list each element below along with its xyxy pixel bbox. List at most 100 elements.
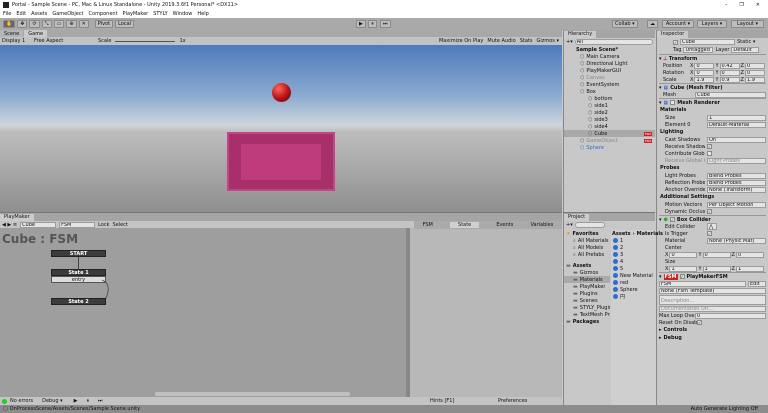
lighting-foldout[interactable]: Lighting [659,128,766,136]
scene-root[interactable]: Sample Scene* [564,46,655,53]
tab-game[interactable]: Game [24,30,48,37]
scale-z-input[interactable]: 1.9 [744,76,765,83]
mesh-filter-header[interactable]: ▾ ▦ Cube (Mesh Filter) [659,83,766,91]
tab-state[interactable]: State [450,222,480,228]
receive-gi-field[interactable]: Light Probes [707,157,766,164]
hierarchy-item[interactable]: ⬡ Cube FSM [564,130,655,137]
size-y-input[interactable]: 1 [702,265,731,272]
hierarchy-item[interactable]: ⬡ Main Camera [564,53,655,60]
fsm-edit-button[interactable]: Edit [748,280,766,287]
scale-x-input[interactable]: 1.9 [694,76,715,83]
material-asset[interactable]: 3 [611,251,656,258]
hierarchy-item[interactable]: ⬡ EventSystem [564,81,655,88]
physic-material-field[interactable]: None (Physic Mat) [707,237,766,244]
active-checkbox[interactable]: ✓ [673,39,678,45]
edit-collider-button[interactable]: ⋀ [707,223,717,230]
project-tree-item[interactable]: ▬ Assets [564,262,610,269]
transform-tool-icon[interactable]: ⊕ [66,20,77,28]
motion-vectors-field[interactable]: Per Object Motion [707,201,766,208]
menu-edit[interactable]: Edit [16,11,26,17]
project-tree-item[interactable]: ⌕ All Materials [564,237,610,244]
reset-on-disable-checkbox[interactable]: ✓ [697,320,702,325]
cast-shadows-field[interactable]: On [707,136,766,143]
pm-pause-button[interactable]: ⏸ [87,398,90,404]
mesh-renderer-header[interactable]: ▾ ▦ Mesh Renderer [659,98,766,106]
gizmos-button[interactable]: Gizmos ▾ [536,38,562,44]
move-tool-icon[interactable]: ✥ [17,20,28,28]
scale-slider[interactable] [115,40,176,42]
material-asset[interactable]: 円 [611,293,656,300]
maximize-on-play-button[interactable]: Maximize On Play [439,38,483,44]
material-asset[interactable]: 5 [611,265,656,272]
hierarchy-item[interactable]: ⬡ Directional Light [564,60,655,67]
preferences-button[interactable]: Preferences [498,398,527,404]
size-z-input[interactable]: 1 [735,265,764,272]
project-tree-item[interactable]: ▬ Packages [564,318,610,325]
position-x-input[interactable]: 0 [694,62,715,69]
layout-dropdown[interactable]: Layout ▾ [731,20,764,28]
hierarchy-item[interactable]: ⬡ Canvas [564,74,655,81]
display-dropdown[interactable]: Display 1 [2,38,30,44]
state2-node[interactable]: State 2 [51,298,106,305]
tab-hierarchy[interactable]: Hierarchy [564,30,597,38]
box-collider-header[interactable]: ▾ ⬢ ✓ Box Collider [659,215,766,223]
rotation-x-input[interactable]: 0 [694,69,715,76]
mute-audio-button[interactable]: Mute Audio [487,38,515,44]
hierarchy-item[interactable]: ⬡ Sphere [564,144,655,151]
debug-dropdown[interactable]: Debug ▾ [42,398,63,404]
pause-button[interactable]: ⏸ [368,20,377,28]
fsm-template-field[interactable]: None (Fsm Template) [659,287,766,294]
breadcrumb-assets[interactable]: Assets [612,231,631,237]
entry-transition[interactable]: entry [51,276,106,283]
breadcrumb-materials[interactable]: Materials [637,231,663,237]
hierarchy-item[interactable]: ⬡ side3 [564,116,655,123]
tab-scene[interactable]: Scene [0,30,24,37]
menu-component[interactable]: Component [89,11,118,17]
horizontal-scrollbar[interactable] [155,392,350,396]
add-icon[interactable]: +▾ [566,39,573,45]
aspect-dropdown[interactable]: Free Aspect [34,38,94,44]
materials-foldout[interactable]: Materials [659,106,766,114]
back-icon[interactable]: ◀ ▶ ≡ [2,222,17,228]
controls-foldout[interactable]: ▸ Controls [659,326,766,334]
local-button[interactable]: Local [115,20,135,28]
stats-button[interactable]: Stats [520,38,533,44]
menu-playmaker[interactable]: PlayMaker [123,11,149,17]
center-x-input[interactable]: 0 [669,251,698,258]
menu-window[interactable]: Window [173,11,193,17]
debug-foldout[interactable]: ▸ Debug [659,334,766,342]
center-z-input[interactable]: 0 [735,251,764,258]
playmaker-checkbox[interactable]: ✓ [679,274,685,279]
pm-step-button[interactable]: ⏭ [98,398,103,404]
center-y-input[interactable]: 0 [702,251,731,258]
step-button[interactable]: ⏭ [380,20,391,28]
material-asset[interactable]: 1 [611,237,656,244]
position-y-input[interactable]: 0.42 [719,62,740,69]
materials-size-field[interactable]: 1 [707,114,766,121]
object-dropdown[interactable]: Cube [20,221,57,228]
is-trigger-checkbox[interactable]: ✓ [707,231,712,236]
menu-file[interactable]: File [3,11,11,17]
hierarchy-item[interactable]: ⬡ PlayMakerGUI [564,67,655,74]
project-tree-item[interactable]: ▬ Gizmos [564,269,610,276]
rotation-y-input[interactable]: 0 [719,69,740,76]
transform-header[interactable]: ▾ ⟂ Transform [659,54,766,62]
tag-dropdown[interactable]: Untagged [683,47,714,53]
tab-events[interactable]: Events [496,222,513,228]
playmaker-fsm-header[interactable]: ▾ FSM ✓ PlayMakerFSM [659,272,766,280]
material-asset[interactable]: Sphere [611,286,656,293]
menu-assets[interactable]: Assets [31,11,47,17]
dynamic-occlusion-checkbox[interactable]: ✓ [707,209,712,214]
minimize-button[interactable]: – [725,2,728,8]
mesh-field[interactable]: Cube [695,91,766,98]
custom-tool-icon[interactable]: ✕ [78,20,89,28]
menu-gameobject[interactable]: GameObject [52,11,83,17]
element-0-field[interactable]: Default-Material [707,121,766,128]
game-viewport[interactable] [0,45,562,212]
fsm-description-input[interactable]: Description... [659,295,766,305]
mesh-renderer-checkbox[interactable] [670,100,676,105]
errors-status[interactable]: No errors [10,398,33,404]
start-node[interactable]: START [51,250,106,257]
reflection-probes-field[interactable]: Blend Probes [707,179,766,186]
pivot-button[interactable]: Pivot [94,20,114,28]
